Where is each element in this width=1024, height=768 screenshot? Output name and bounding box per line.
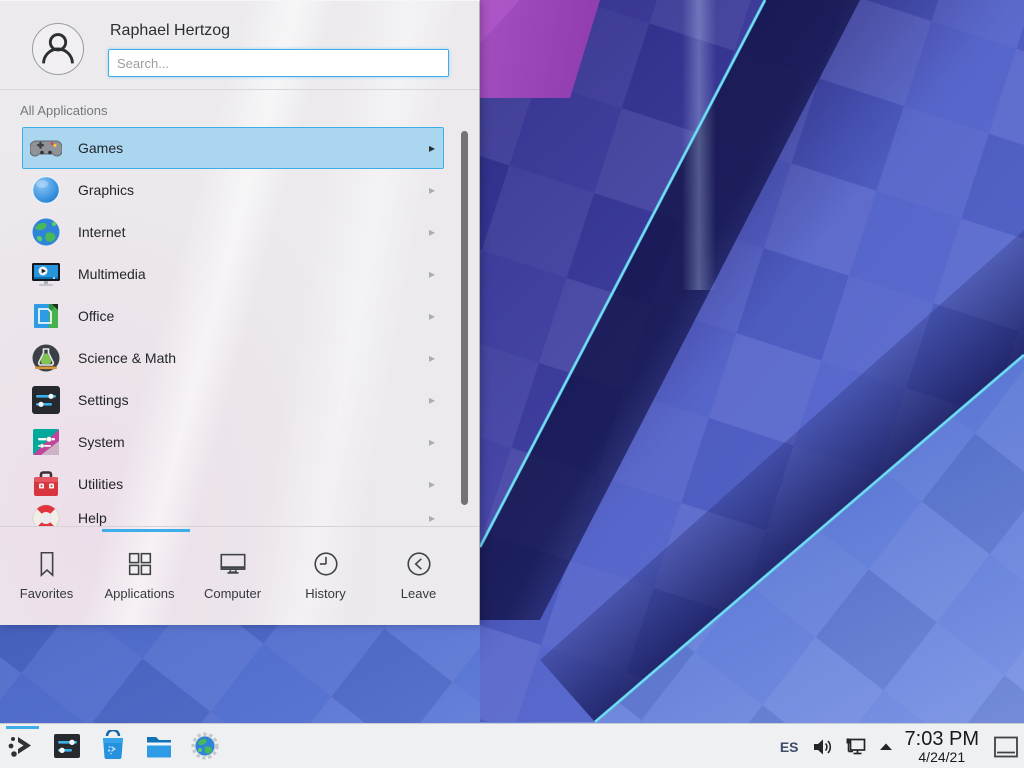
toolbox-icon [30, 468, 62, 500]
category-label: Office [78, 308, 114, 324]
file-manager-folder-icon [143, 730, 175, 762]
category-science-math[interactable]: Science & Math ▸ [22, 337, 444, 379]
launcher-active-indicator [6, 726, 39, 729]
discover-bag-icon [97, 730, 129, 762]
submenu-chevron-icon: ▸ [429, 267, 435, 281]
header-divider [0, 89, 479, 90]
category-multimedia[interactable]: Multimedia ▸ [22, 253, 444, 295]
user-name: Raphael Hertzog [110, 22, 230, 40]
submenu-chevron-icon: ▸ [429, 393, 435, 407]
tab-computer[interactable]: Computer [186, 532, 279, 626]
tab-leave[interactable]: Leave [372, 532, 465, 626]
sphere-icon [30, 174, 62, 206]
globe-icon [30, 216, 62, 248]
category-label: Graphics [78, 182, 134, 198]
tab-history[interactable]: History [279, 532, 372, 626]
taskbar-file-manager[interactable] [136, 724, 182, 768]
network-icon[interactable] [844, 735, 868, 759]
application-launcher-menu: Raphael Hertzog All Applications Games ▸ [0, 0, 480, 625]
section-label: All Applications [20, 103, 107, 118]
submenu-chevron-icon: ▸ [429, 435, 435, 449]
launcher-tabbar: Favorites Applications Computer [0, 532, 480, 626]
user-avatar[interactable] [32, 23, 84, 75]
submenu-chevron-icon: ▸ [429, 183, 435, 197]
category-label: Games [78, 140, 123, 156]
tab-label: Applications [104, 586, 174, 601]
taskbar-discover[interactable] [90, 724, 136, 768]
submenu-chevron-icon: ▸ [429, 309, 435, 323]
category-graphics[interactable]: Graphics ▸ [22, 169, 444, 211]
category-label: System [78, 434, 125, 450]
grid-icon [125, 549, 155, 579]
category-office[interactable]: Office ▸ [22, 295, 444, 337]
category-label: Science & Math [78, 350, 176, 366]
clock-time: 7:03 PM [905, 729, 979, 750]
tab-label: Computer [204, 586, 261, 601]
tab-label: Favorites [20, 586, 73, 601]
system-settings-icon [51, 730, 83, 762]
taskbar-system-settings[interactable] [44, 724, 90, 768]
application-launcher-button[interactable] [0, 724, 44, 768]
keyboard-layout-indicator[interactable]: ES [780, 739, 799, 755]
tabbar-divider [0, 526, 479, 527]
category-help[interactable]: Help ▸ [22, 497, 444, 526]
submenu-chevron-icon: ▸ [429, 477, 435, 491]
computer-icon [218, 549, 248, 579]
clock-icon [311, 549, 341, 579]
category-internet[interactable]: Internet ▸ [22, 211, 444, 253]
user-icon [33, 24, 83, 74]
gamepad-icon [30, 132, 62, 164]
kde-launcher-icon [6, 730, 38, 762]
list-scrollbar[interactable] [461, 131, 468, 505]
category-settings[interactable]: Settings ▸ [22, 379, 444, 421]
bookmark-icon [32, 549, 62, 579]
expand-tray-caret-icon[interactable] [877, 738, 895, 756]
clock-date: 4/24/21 [905, 750, 979, 765]
category-label: Multimedia [78, 266, 146, 282]
desktop: Raphael Hertzog All Applications Games ▸ [0, 0, 1024, 768]
category-label: Internet [78, 224, 125, 240]
monitor-play-icon [30, 258, 62, 290]
lifebuoy-icon [30, 502, 62, 526]
search-input[interactable] [108, 49, 449, 77]
submenu-chevron-icon: ▸ [429, 511, 435, 525]
tab-favorites[interactable]: Favorites [0, 532, 93, 626]
volume-icon[interactable] [811, 735, 835, 759]
leave-icon [404, 549, 434, 579]
tab-applications[interactable]: Applications [93, 532, 186, 626]
submenu-chevron-icon: ▸ [429, 141, 435, 155]
submenu-chevron-icon: ▸ [429, 225, 435, 239]
category-label: Help [78, 510, 107, 526]
taskbar-panel: ES 7:03 PM 4/24/21 [0, 723, 1024, 768]
flask-icon [30, 342, 62, 374]
tab-label: Leave [401, 586, 436, 601]
sliders-icon [30, 384, 62, 416]
taskbar-web-browser[interactable] [182, 724, 228, 768]
web-browser-globe-icon [189, 730, 221, 762]
submenu-chevron-icon: ▸ [429, 351, 435, 365]
category-system[interactable]: System ▸ [22, 421, 444, 463]
digital-clock[interactable]: 7:03 PM 4/24/21 [905, 729, 979, 765]
category-label: Utilities [78, 476, 123, 492]
system-tray: ES 7:03 PM 4/24/21 [780, 724, 1024, 768]
category-label: Settings [78, 392, 129, 408]
category-games[interactable]: Games ▸ [22, 127, 444, 169]
system-sliders-icon [30, 426, 62, 458]
show-desktop-button[interactable] [993, 735, 1019, 759]
tab-label: History [305, 586, 345, 601]
document-icon [30, 300, 62, 332]
category-list: Games ▸ Graphics ▸ [0, 121, 480, 526]
